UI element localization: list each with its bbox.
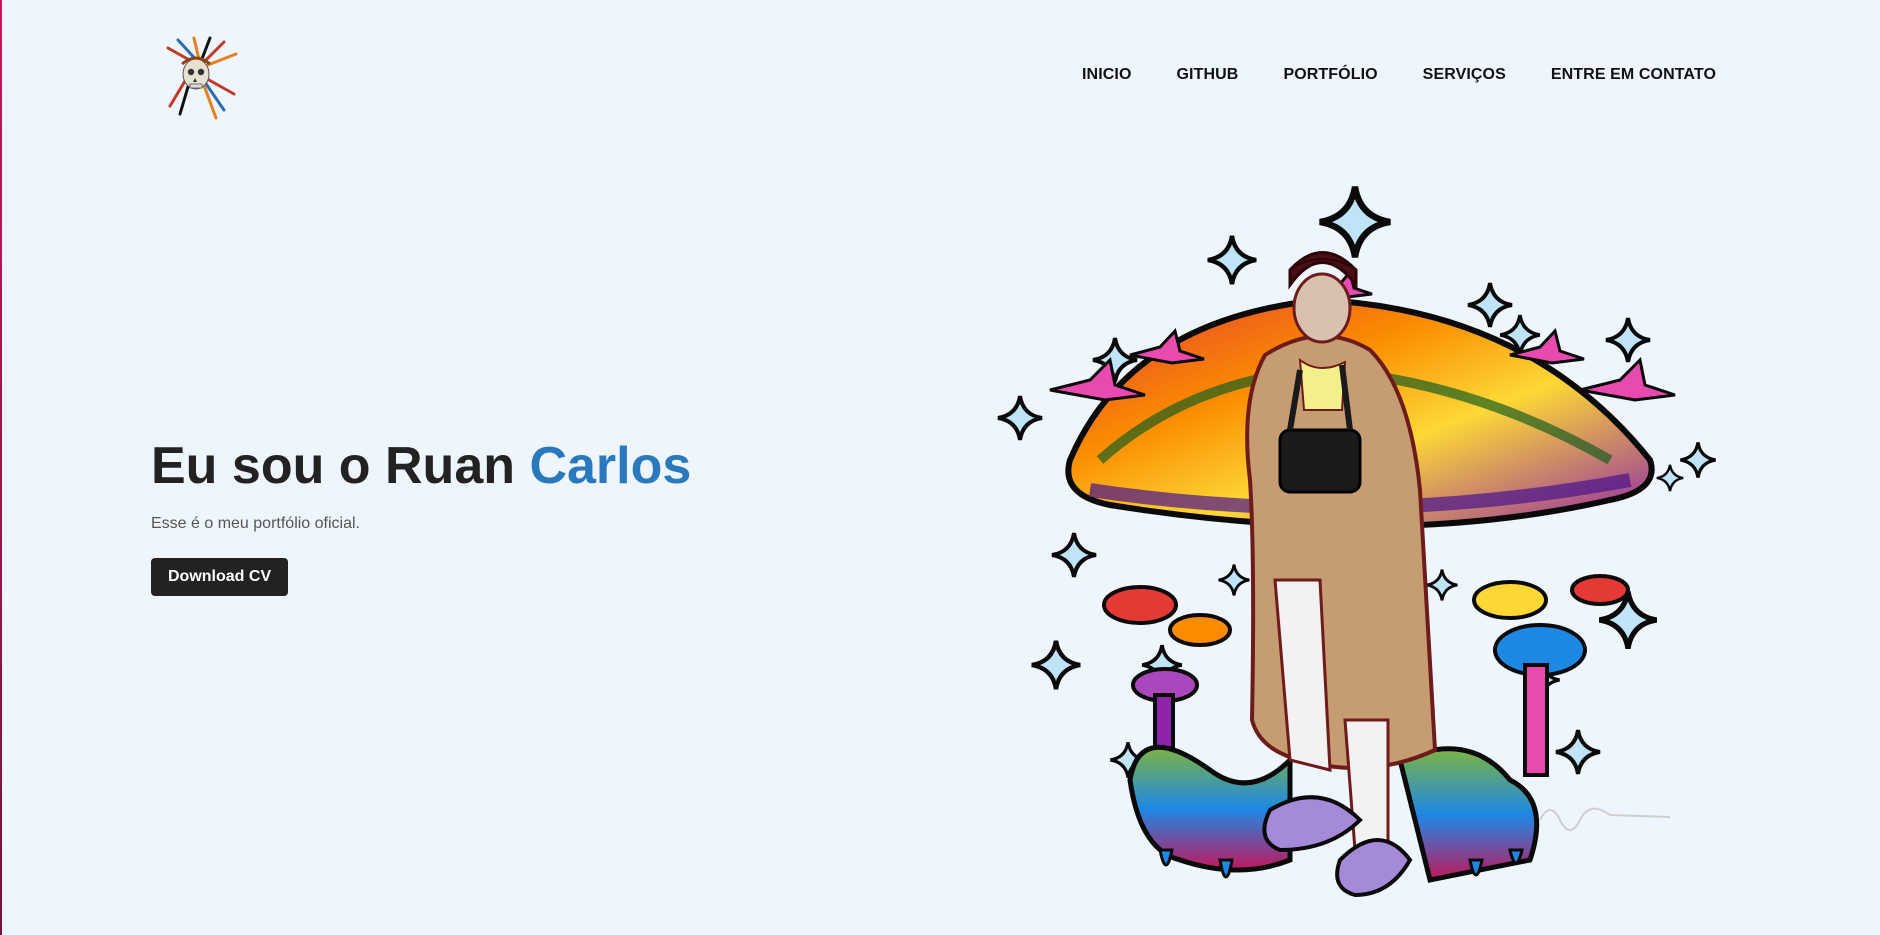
psychedelic-mushroom-person-illustration-icon bbox=[990, 160, 1730, 920]
nav-link-contato[interactable]: ENTRE EM CONTATO bbox=[1551, 66, 1716, 84]
hero-section: Eu sou o Ruan Carlos Esse é o meu portfó… bbox=[151, 434, 871, 596]
nav-link-servicos[interactable]: SERVIÇOS bbox=[1423, 66, 1506, 84]
site-header: INICIO GITHUB PORTFÓLIO SERVIÇOS ENTRE E… bbox=[0, 0, 1880, 150]
hero-title: Eu sou o Ruan Carlos bbox=[151, 434, 871, 498]
download-cv-button[interactable]: Download CV bbox=[151, 558, 289, 596]
nav-link-portfolio[interactable]: PORTFÓLIO bbox=[1283, 66, 1377, 84]
hero-subtitle: Esse é o meu portfólio oficial. bbox=[151, 515, 360, 532]
nav-link-inicio[interactable]: INICIO bbox=[1082, 66, 1132, 84]
main-nav: INICIO GITHUB PORTFÓLIO SERVIÇOS ENTRE E… bbox=[1082, 66, 1716, 84]
nav-link-github[interactable]: GITHUB bbox=[1177, 66, 1239, 84]
hero-title-accent: Carlos bbox=[529, 437, 692, 495]
skull-headdress-logo-icon[interactable] bbox=[160, 36, 240, 120]
hero-title-prefix: Eu sou o Ruan bbox=[151, 437, 530, 495]
page: INICIO GITHUB PORTFÓLIO SERVIÇOS ENTRE E… bbox=[0, 0, 1880, 935]
